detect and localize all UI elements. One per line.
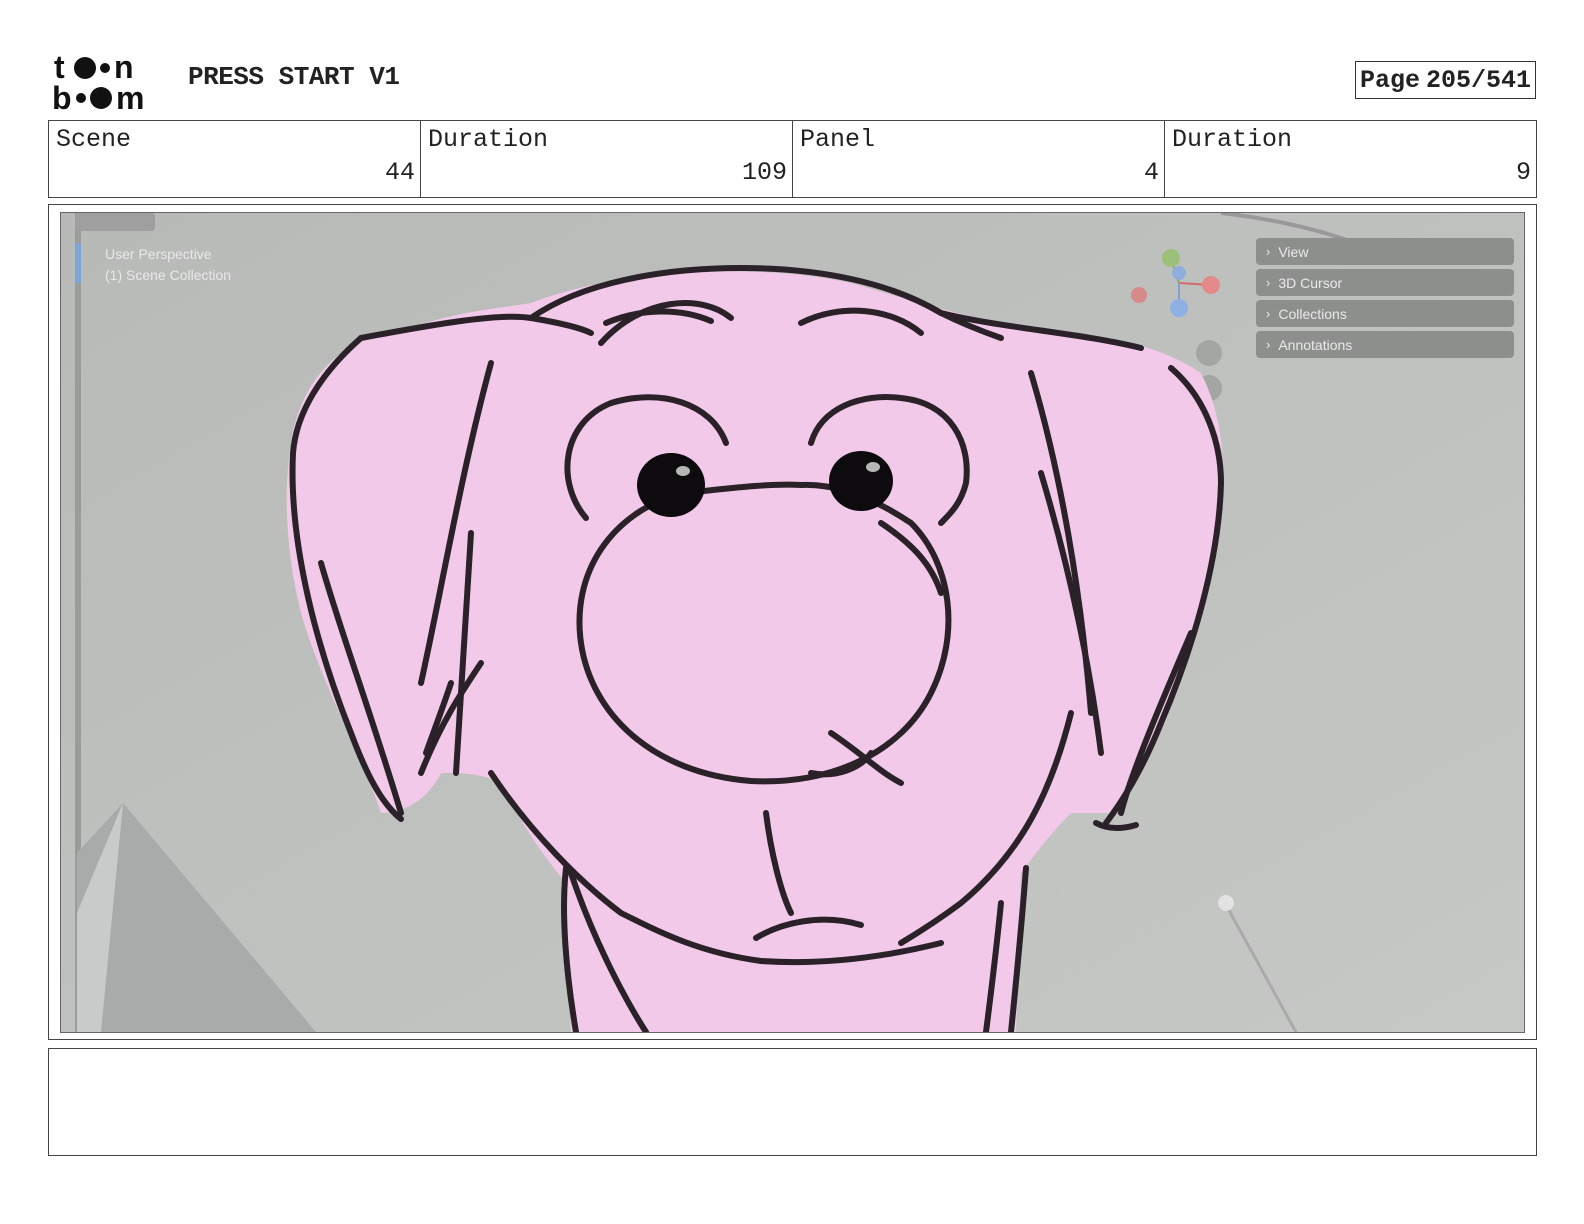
n-panel-view[interactable]: › View: [1256, 238, 1514, 265]
scene-duration-cell: Duration 109: [421, 121, 793, 197]
chevron-right-icon: ›: [1266, 244, 1271, 259]
page-number: 205/541: [1425, 65, 1532, 95]
svg-text:m: m: [116, 80, 144, 112]
scene-duration-label: Duration: [428, 125, 549, 154]
scene-duration-value: 109: [741, 158, 787, 187]
perspective-label: User Perspective: [105, 246, 212, 262]
panel-duration-value: 9: [1515, 158, 1531, 187]
chevron-right-icon: ›: [1266, 306, 1271, 321]
svg-text:b: b: [52, 80, 72, 112]
chevron-right-icon: ›: [1266, 337, 1271, 352]
sidebar-n-panel: › View › 3D Cursor › Collections › Annot…: [1256, 238, 1514, 362]
toon-boom-logo: t n b m: [52, 50, 164, 112]
panel-image: User Perspective (1) Scene Collection › …: [60, 212, 1525, 1033]
toon-boom-logo-icon: t n b m: [52, 50, 144, 112]
project-title: PRESS START V1: [188, 62, 400, 92]
page-indicator: Page 205/541: [1355, 61, 1536, 99]
panel-frame: User Perspective (1) Scene Collection › …: [48, 204, 1537, 1040]
scene-info-row: Scene 44 Duration 109 Panel 4 Duration 9: [48, 120, 1537, 198]
n-panel-item-label: View: [1278, 243, 1309, 260]
panel-duration-cell: Duration 9: [1165, 121, 1536, 197]
n-panel-annotations[interactable]: › Annotations: [1256, 331, 1514, 358]
n-panel-3d-cursor[interactable]: › 3D Cursor: [1256, 269, 1514, 296]
n-panel-item-label: Collections: [1278, 305, 1347, 322]
panel-label: Panel: [800, 125, 876, 154]
n-panel-item-label: Annotations: [1278, 336, 1353, 353]
page-label: Page: [1359, 65, 1420, 95]
n-panel-item-label: 3D Cursor: [1278, 274, 1343, 291]
panel-duration-label: Duration: [1172, 125, 1293, 154]
scene-label: Scene: [56, 125, 132, 154]
collection-label: (1) Scene Collection: [105, 267, 232, 283]
n-panel-collections[interactable]: › Collections: [1256, 300, 1514, 327]
scene-cell: Scene 44: [49, 121, 421, 197]
chevron-right-icon: ›: [1266, 275, 1271, 290]
panel-value: 4: [1143, 158, 1159, 187]
panel-notes[interactable]: [48, 1048, 1537, 1156]
scene-value: 44: [384, 158, 415, 187]
panel-cell: Panel 4: [793, 121, 1165, 197]
